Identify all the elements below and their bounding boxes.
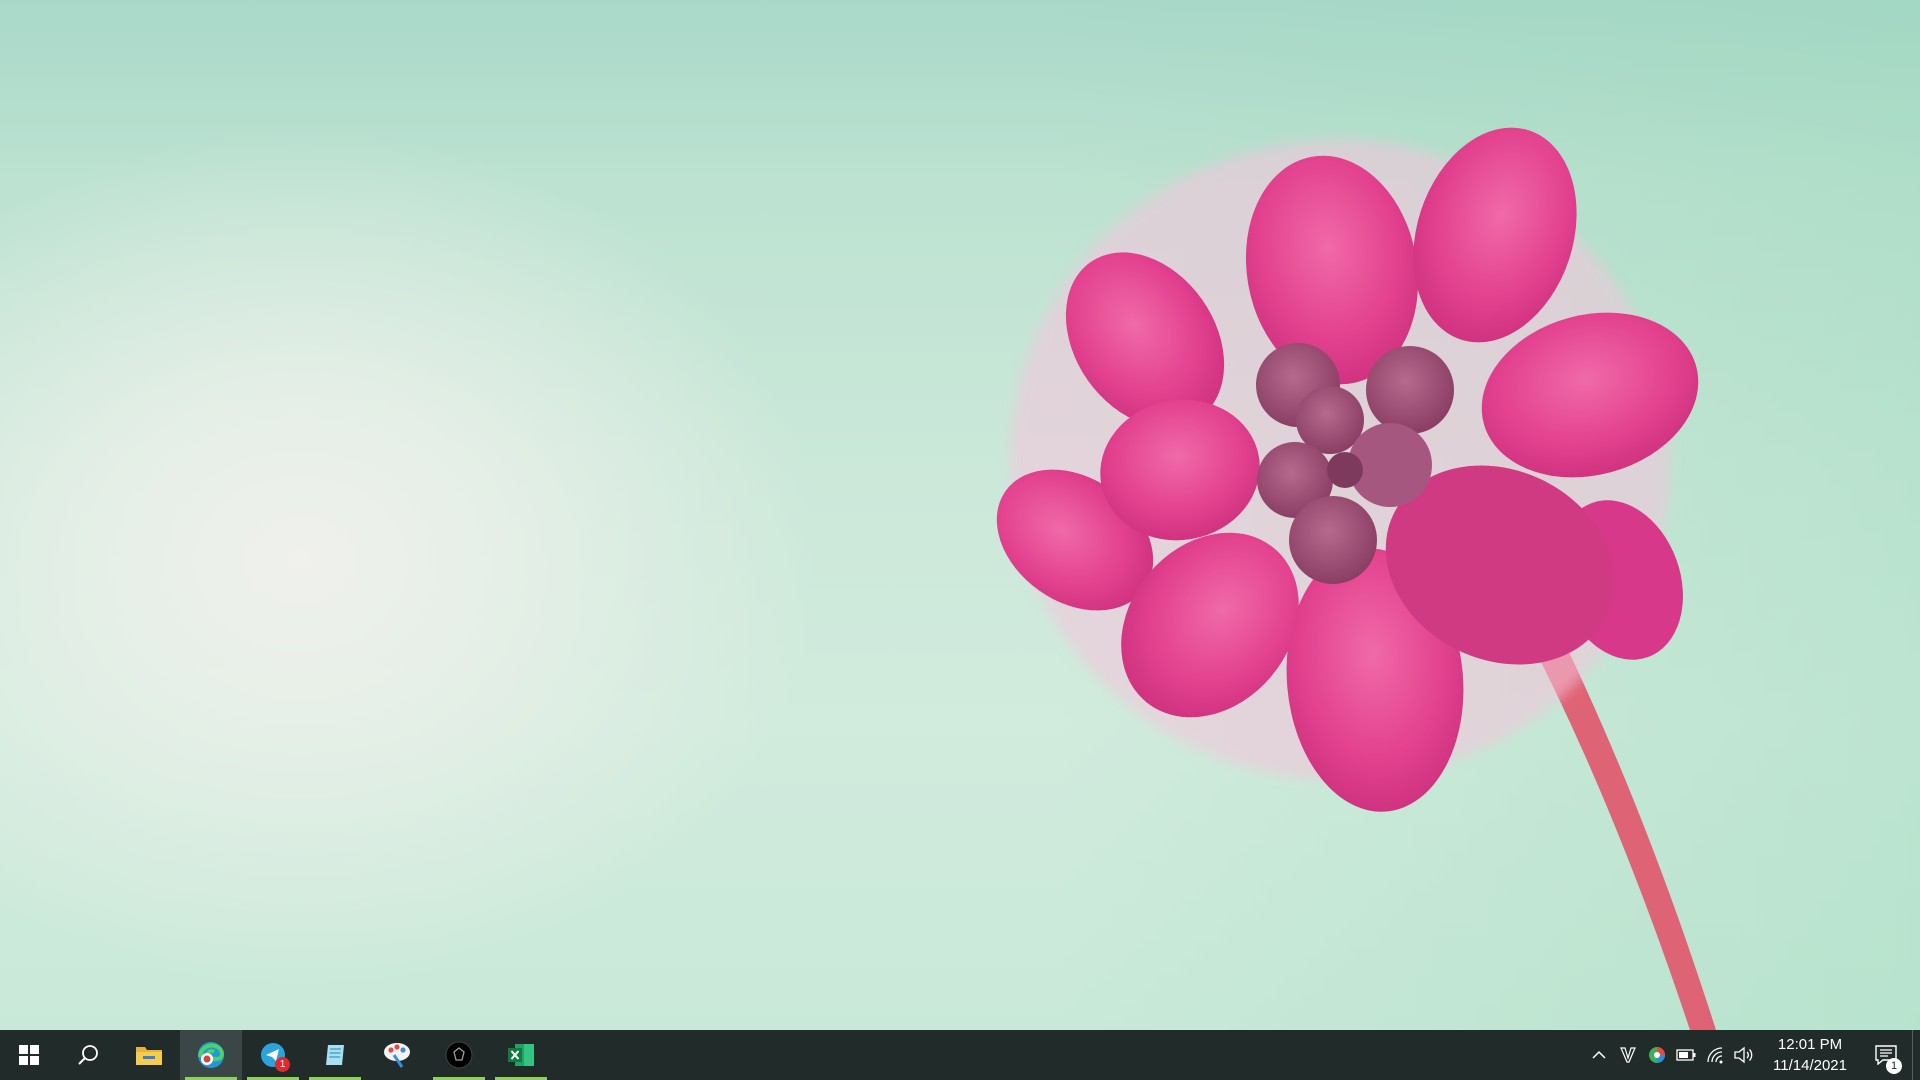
volume-icon xyxy=(1733,1046,1752,1064)
edge-browser-icon xyxy=(198,1042,225,1068)
paint-icon xyxy=(384,1043,410,1068)
show-desktop-button[interactable] xyxy=(1912,1030,1920,1080)
taskbar-clock[interactable]: 12:01 PM 11/14/2021 xyxy=(1764,1030,1856,1080)
flower-stem xyxy=(1540,650,1716,1030)
search-button[interactable] xyxy=(58,1030,118,1080)
flower-illustration xyxy=(996,127,1716,1030)
chevron-up-icon xyxy=(1591,1050,1606,1059)
messaging-badge: 1 xyxy=(275,1057,290,1072)
search-icon xyxy=(78,1045,98,1065)
taskbar-messaging-app[interactable]: 1 xyxy=(242,1030,304,1080)
show-hidden-icons-button[interactable] xyxy=(1584,1030,1613,1080)
dark-app-icon xyxy=(445,1041,473,1069)
taskbar: 1 12:01 PM 11/14/2021 1 xyxy=(0,1030,1920,1080)
taskbar-edge-browser[interactable] xyxy=(180,1030,242,1080)
tray-color-app[interactable] xyxy=(1642,1030,1671,1080)
desktop-wallpaper xyxy=(0,0,1920,1030)
taskbar-file-explorer[interactable] xyxy=(118,1030,180,1080)
battery-status[interactable] xyxy=(1671,1030,1700,1080)
windows-start-icon xyxy=(19,1045,39,1065)
excel-icon xyxy=(508,1044,534,1066)
clock-time: 12:01 PM xyxy=(1777,1036,1843,1053)
action-center-button[interactable]: 1 xyxy=(1860,1030,1912,1080)
network-status[interactable] xyxy=(1700,1030,1729,1080)
v-app-icon xyxy=(1619,1047,1636,1063)
battery-icon xyxy=(1675,1049,1695,1061)
clock-date: 11/14/2021 xyxy=(1773,1057,1847,1074)
start-button[interactable] xyxy=(0,1030,58,1080)
file-explorer-icon xyxy=(136,1047,162,1065)
taskbar-paint[interactable] xyxy=(366,1030,428,1080)
volume-control[interactable] xyxy=(1729,1030,1758,1080)
taskbar-excel[interactable] xyxy=(490,1030,552,1080)
taskbar-notepad[interactable] xyxy=(304,1030,366,1080)
wifi-icon xyxy=(1706,1047,1722,1064)
color-app-icon xyxy=(1648,1047,1665,1063)
notepad-icon xyxy=(326,1045,344,1065)
notification-count-badge: 1 xyxy=(1886,1058,1902,1074)
tray-v-app[interactable] xyxy=(1613,1030,1642,1080)
taskbar-dark-app[interactable] xyxy=(428,1030,490,1080)
system-tray: 12:01 PM 11/14/2021 1 xyxy=(1584,1030,1920,1080)
